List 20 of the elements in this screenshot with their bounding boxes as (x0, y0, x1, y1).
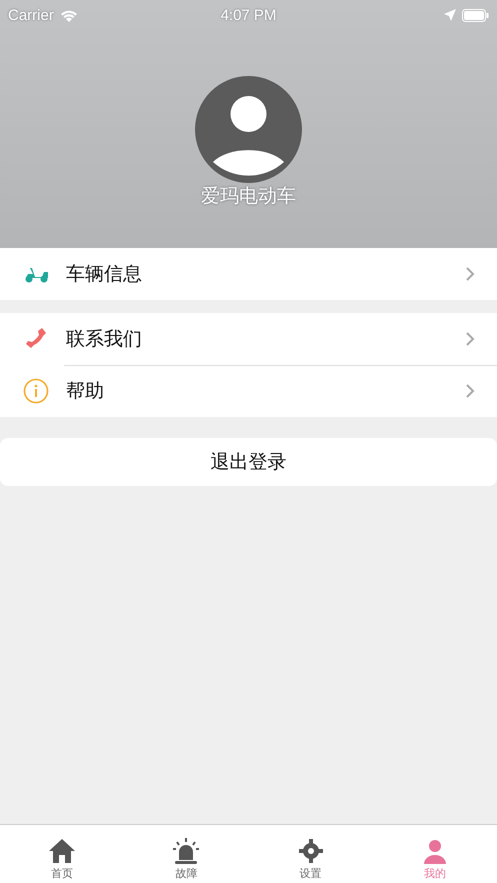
profile-name: 爱玛电动车 (201, 184, 296, 209)
home-icon (47, 836, 78, 866)
avatar-icon[interactable] (195, 76, 302, 183)
tab-item[interactable]: 设置 (248, 825, 373, 883)
battery-icon (462, 8, 489, 22)
carrier-name: Carrier (8, 6, 54, 24)
menu-item[interactable]: 联系我们 (66, 326, 465, 352)
chevron-icon (465, 266, 475, 282)
tab-item[interactable]: 故障 (124, 825, 248, 883)
tab-item[interactable]: 首页 (0, 825, 124, 883)
info-icon (22, 377, 50, 405)
wifi-icon (60, 8, 78, 22)
logout-button[interactable]: 退出登录 (0, 438, 497, 486)
siren-icon (171, 836, 202, 866)
status-time: 4:07 PM (220, 6, 276, 24)
chevron-icon (465, 331, 475, 347)
menu-item[interactable]: 车辆信息 (66, 261, 465, 287)
location-icon (444, 9, 456, 21)
chevron-icon (465, 383, 475, 399)
menu-item[interactable]: 帮助 (66, 378, 465, 404)
